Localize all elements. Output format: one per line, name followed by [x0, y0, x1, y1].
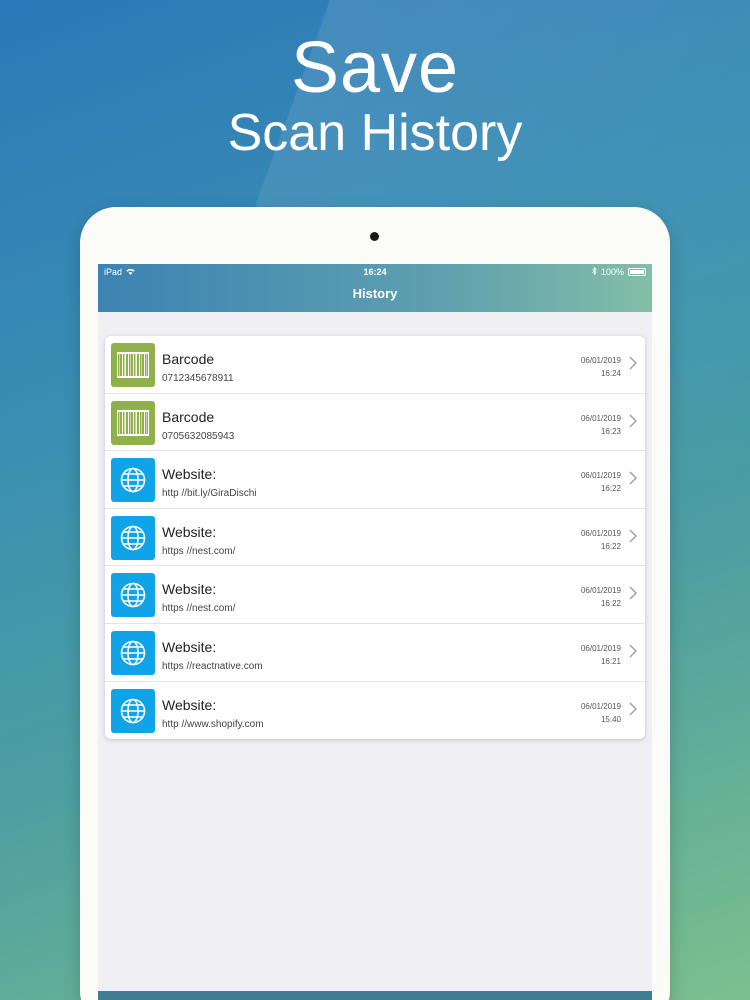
- battery-percent: 100%: [600, 267, 624, 277]
- history-row-title: Website:: [162, 466, 217, 483]
- history-row-title: Barcode: [162, 408, 215, 425]
- history-row[interactable]: Website: https //nest.com/06/01/2019 16:22: [105, 509, 645, 567]
- chevron-right-icon: [629, 644, 638, 663]
- front-camera: [370, 232, 379, 241]
- promo-headline: Save Scan History: [0, 28, 750, 162]
- history-list: Barcode 0712345678911 06/01/2019 16:24 Barco…: [105, 336, 645, 740]
- battery-icon: [628, 268, 646, 276]
- history-row[interactable]: Barcode 0712345678911 06/01/2019 16:24: [105, 336, 645, 394]
- headline-line-1: Save: [290, 28, 460, 108]
- barcode-icon: [111, 343, 155, 387]
- history-row-title: Website:: [162, 523, 217, 540]
- history-row[interactable]: Website: http //www.shopify.com 06/01/2019…: [105, 682, 645, 740]
- tab-bar: Scanner History QR Code Settings More: [98, 991, 652, 1000]
- history-row-timestamp: 06/01/2019 16:21: [581, 642, 621, 668]
- globe-icon: [111, 688, 155, 733]
- history-row-title: Website:: [162, 638, 217, 655]
- globe-icon: [111, 458, 155, 503]
- history-row-value: https //nest.com/: [162, 603, 236, 615]
- history-row-timestamp: 06/01/2019 16:24: [581, 354, 621, 380]
- history-row-time: 16:22: [600, 599, 621, 609]
- history-row-date: 06/01/2019: [580, 356, 621, 365]
- history-row-title: Barcode: [162, 351, 215, 367]
- history-row-timestamp: 06/01/2019 15:40: [581, 700, 621, 726]
- status-bar: iPad 16:24 100%: [98, 266, 652, 281]
- history-row-timestamp: 06/01/2019 16:22: [581, 527, 621, 553]
- history-row-date: 06/01/2019: [580, 586, 621, 596]
- chevron-right-icon: [629, 356, 638, 375]
- page-title: History: [352, 286, 398, 301]
- navigation-header: iPad 16:24 100% History: [98, 264, 652, 312]
- barcode-icon: [111, 400, 155, 445]
- history-row[interactable]: Website: http //bit.ly/GiraDischi 06/01/20…: [105, 451, 645, 509]
- history-row[interactable]: Website: https //reactnative.com 06/01/201…: [105, 624, 645, 682]
- globe-icon: [111, 573, 155, 618]
- tab-settings[interactable]: Settings: [467, 991, 520, 1000]
- chevron-right-icon: [629, 586, 638, 605]
- history-row-time: 16:22: [600, 541, 621, 551]
- chevron-right-icon: [629, 471, 638, 490]
- history-row-value: https //nest.com/: [162, 545, 236, 557]
- globe-icon: [111, 515, 155, 560]
- chevron-right-icon: [629, 529, 638, 548]
- history-row-date: 06/01/2019: [580, 643, 621, 653]
- status-time: 16:24: [363, 267, 387, 277]
- history-row-date: 06/01/2019: [580, 701, 621, 711]
- history-row-date: 06/01/2019: [580, 413, 621, 423]
- history-row-date: 06/01/2019: [580, 471, 621, 481]
- history-row-value: 0712345678911: [162, 373, 234, 384]
- chevron-right-icon: [629, 702, 638, 721]
- history-row-time: 16:24: [600, 369, 621, 378]
- globe-icon: [111, 630, 155, 675]
- history-row-time: 16:22: [600, 484, 621, 494]
- history-row-value: https //reactnative.com: [162, 660, 263, 672]
- chevron-right-icon: [629, 414, 638, 433]
- history-row-timestamp: 06/01/2019 16:22: [581, 469, 621, 495]
- app-screen: iPad 16:24 100% History Barcode 071234567…: [98, 264, 652, 1000]
- headline-line-2: Scan History: [227, 104, 523, 162]
- tab-qr-code[interactable]: QR Code: [349, 991, 407, 1000]
- tab-scanner[interactable]: Scanner: [128, 991, 182, 1000]
- history-row[interactable]: Barcode 0705632085943 06/01/2019 16:23: [105, 394, 645, 452]
- bluetooth-icon: [592, 266, 597, 277]
- history-row-value: 0705632085943: [162, 430, 235, 442]
- history-row[interactable]: Website: https //nest.com/06/01/2019 16:22: [105, 566, 645, 624]
- history-row-date: 06/01/2019: [580, 528, 621, 538]
- history-row-title: Website:: [162, 696, 217, 713]
- tab-more[interactable]: More: [579, 991, 622, 1000]
- ipad-device-frame: iPad 16:24 100% History Barcode 071234567…: [80, 207, 670, 1000]
- history-row-timestamp: 06/01/2019 16:22: [581, 584, 621, 610]
- history-row-value: http //www.shopify.com: [162, 718, 264, 730]
- history-row-time: 16:23: [600, 426, 621, 436]
- tab-history[interactable]: History: [241, 991, 289, 1000]
- history-row-timestamp: 06/01/2019 16:23: [581, 412, 621, 438]
- history-row-title: Website:: [162, 581, 217, 598]
- history-row-time: 16:21: [600, 656, 621, 666]
- history-row-value: http //bit.ly/GiraDischi: [162, 488, 257, 500]
- history-row-time: 15:40: [600, 714, 621, 724]
